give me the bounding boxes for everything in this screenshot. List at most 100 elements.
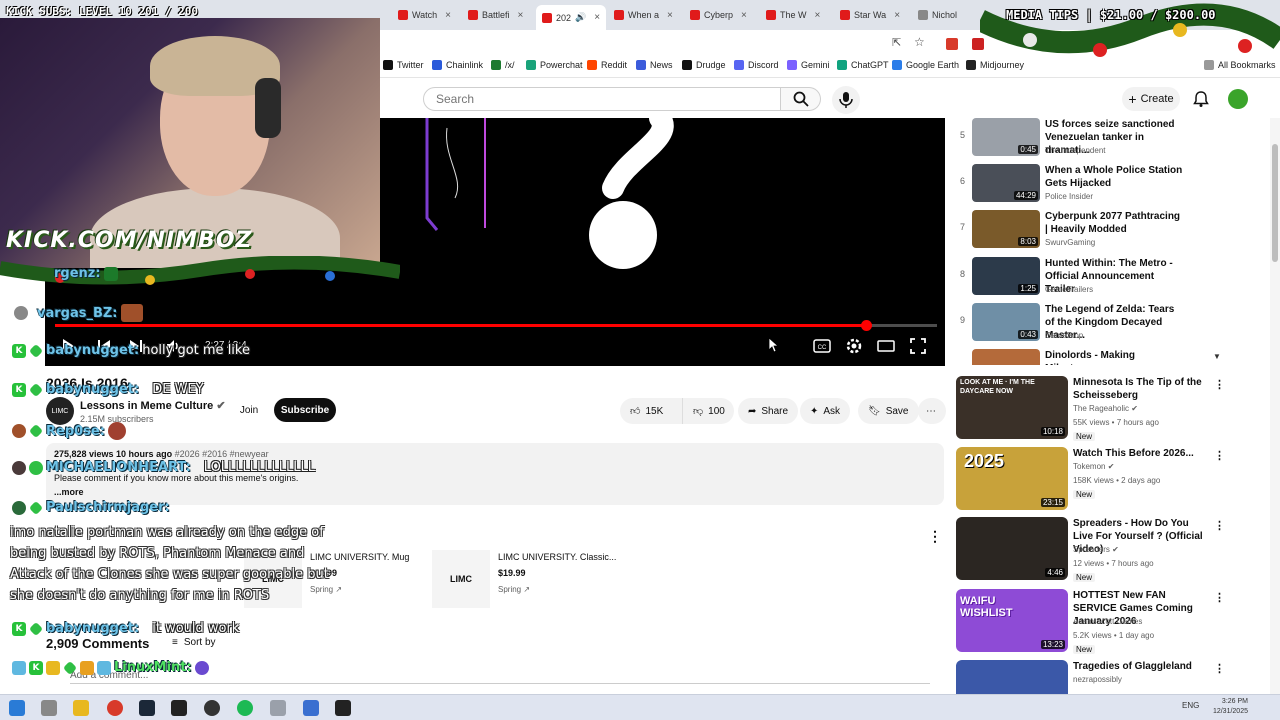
bookmark-twitter[interactable]: Twitter: [383, 60, 424, 70]
channel-avatar[interactable]: LIMC: [46, 397, 74, 425]
playlist-item[interactable]: 7 8:03 Cyberpunk 2077 Pathtracing | Heav…: [956, 210, 1216, 254]
join-button[interactable]: Join: [228, 398, 270, 422]
ask-button[interactable]: ✦ Ask: [800, 398, 851, 424]
dislike-button[interactable]: 👎︎ 100: [682, 398, 734, 424]
playlist-item[interactable]: 8 1:25 Hunted Within: The Metro - Offici…: [956, 257, 1216, 301]
recommended-video[interactable]: WAIFU WISHLIST 13:23 HOTTEST New FAN SERV…: [956, 589, 1226, 655]
close-tab-icon[interactable]: ×: [518, 10, 524, 21]
bookmark-discord[interactable]: Discord: [734, 60, 779, 70]
app-icon[interactable]: [335, 700, 351, 716]
fullscreen-icon[interactable]: [909, 337, 927, 355]
windows-taskbar: ENG 3:26 PM 12/31/2025: [0, 694, 1280, 720]
recommended-video[interactable]: Tragedies of Glaggleland nezrapossibly ⋮: [956, 660, 1226, 694]
video-menu-icon[interactable]: ⋮: [1214, 662, 1225, 675]
close-tab-icon[interactable]: ×: [667, 10, 673, 21]
start-menu-icon[interactable]: [9, 700, 25, 716]
duration-badge: 44:29: [1013, 191, 1038, 200]
bookmark-drudge[interactable]: Drudge: [682, 60, 726, 70]
settings-gear-icon[interactable]: [845, 337, 863, 355]
file-explorer-icon[interactable]: [73, 700, 89, 716]
recommended-video[interactable]: 4:46 Spreaders - How Do You Live For You…: [956, 517, 1226, 583]
bookmark-star-icon[interactable]: ☆: [914, 35, 925, 49]
video-thumbnail: 44:29: [972, 164, 1040, 202]
system-clock[interactable]: 3:26 PM 12/31/2025: [1204, 697, 1248, 717]
share-button[interactable]: ➦ Share: [738, 398, 799, 424]
channel-name[interactable]: Lessons in Meme Culture ✔: [80, 399, 226, 412]
chrome-icon[interactable]: [107, 700, 123, 716]
video-progress-bar[interactable]: [55, 320, 937, 331]
more-actions-button[interactable]: ⋯: [918, 398, 946, 424]
page-scrollbar[interactable]: [1270, 118, 1280, 694]
close-tab-icon[interactable]: ×: [741, 10, 747, 21]
terminal-icon[interactable]: [171, 700, 187, 716]
video-menu-icon[interactable]: ⋮: [1214, 378, 1225, 391]
bookmark-gemini[interactable]: Gemini: [787, 60, 830, 70]
bookmark-reddit[interactable]: Reddit: [587, 60, 627, 70]
show-more-link[interactable]: ...more: [54, 487, 936, 497]
browser-tab[interactable]: The W ×: [766, 5, 820, 25]
close-tab-icon[interactable]: ×: [815, 10, 821, 21]
merch-more-icon[interactable]: ⋮: [928, 528, 942, 545]
close-tab-icon[interactable]: ×: [594, 12, 600, 23]
like-button[interactable]: 👍︎ 15K: [620, 398, 682, 424]
merch-item[interactable]: LIMC LIMC UNIVERSITY. Classic... $19.99 …: [432, 548, 622, 614]
browser-tab[interactable]: Star Wa ×: [840, 5, 900, 25]
video-menu-icon[interactable]: ⋮: [1214, 449, 1225, 462]
browser-tab[interactable]: When a ×: [614, 5, 673, 25]
bookmark-powerchat[interactable]: Powerchat: [526, 60, 583, 70]
search-button[interactable]: [781, 87, 821, 111]
scrubber-knob[interactable]: [861, 320, 873, 331]
language-indicator[interactable]: ENG: [1182, 701, 1199, 710]
notifications-bell-icon[interactable]: [1192, 90, 1210, 108]
search-input[interactable]: [423, 87, 781, 111]
recommended-video[interactable]: 2025 23:15 Watch This Before 2026... Toke…: [956, 447, 1226, 513]
video-menu-icon[interactable]: ⋮: [1214, 519, 1225, 532]
bookmark-x-board[interactable]: /x/: [491, 60, 515, 70]
task-view-icon[interactable]: [41, 700, 57, 716]
obs-icon[interactable]: [204, 700, 220, 716]
spotify-icon[interactable]: [237, 700, 253, 716]
steam-icon[interactable]: [139, 700, 155, 716]
account-avatar[interactable]: [1228, 89, 1248, 109]
app-icon[interactable]: [270, 700, 286, 716]
browser-tab[interactable]: Nichol: [918, 5, 957, 25]
close-tab-icon[interactable]: ×: [445, 10, 451, 21]
recommended-video-meta: 55K views • 7 hours ago: [1073, 418, 1159, 427]
bookmark-news[interactable]: News: [636, 60, 673, 70]
playlist-channel-name: GameTrailers: [1045, 285, 1094, 294]
bookmark-chatgpt[interactable]: ChatGPT: [837, 60, 889, 70]
bookmark-google-earth[interactable]: Google Earth: [892, 60, 959, 70]
merch-thumbnail: LIMC: [432, 550, 490, 608]
theater-mode-icon[interactable]: [877, 337, 895, 355]
close-tab-icon[interactable]: ×: [894, 10, 900, 21]
video-thumbnail: 1:25: [972, 257, 1040, 295]
app-icon[interactable]: [303, 700, 319, 716]
captions-icon[interactable]: CC: [813, 337, 831, 355]
bookmark-chainlink[interactable]: Chainlink: [432, 60, 483, 70]
subscribe-button[interactable]: Subscribe: [274, 398, 336, 422]
browser-tab[interactable]: Battlefi ×: [468, 5, 523, 25]
thumbnail-caption: 2025: [964, 451, 1005, 471]
hashtags[interactable]: #2026 #2016 #newyear: [175, 449, 269, 459]
recommended-video[interactable]: LOOK AT ME · I'M THE DAYCARE NOW 10:18 Mi…: [956, 376, 1226, 442]
extension-icon[interactable]: [946, 38, 958, 50]
browser-tab[interactable]: Watch ×: [398, 5, 451, 25]
video-thumbnail: 4:46: [956, 517, 1068, 580]
sub-badge-icon: [28, 343, 44, 358]
playlist-item[interactable]: 5 0:45 US forces seize sanctioned Venezu…: [956, 118, 1216, 162]
playlist-item[interactable]: 6 44:29 When a Whole Police Station Gets…: [956, 164, 1216, 208]
playlist-item[interactable]: 9 0:43 The Legend of Zelda: Tears of the…: [956, 303, 1216, 347]
playlist-expand-icon[interactable]: ▼: [1213, 352, 1221, 361]
voice-search-button[interactable]: [832, 86, 860, 114]
scrollbar-thumb[interactable]: [1272, 144, 1278, 262]
browser-tab[interactable]: Cyberp ×: [690, 5, 747, 25]
browser-tab-active[interactable]: 202 🔊 ×: [536, 5, 607, 30]
video-thumbnail: 0:45: [972, 118, 1040, 156]
sort-comments-button[interactable]: ≡ Sort by: [172, 637, 216, 648]
svg-text:CC: CC: [818, 345, 827, 351]
create-button[interactable]: + Create: [1122, 87, 1180, 111]
video-menu-icon[interactable]: ⋮: [1214, 591, 1225, 604]
install-app-icon[interactable]: ⇱: [892, 36, 901, 49]
playlist-item[interactable]: Dinolords - Making Milestones: [956, 349, 1216, 365]
save-button[interactable]: 🔖︎ Save: [858, 398, 919, 424]
